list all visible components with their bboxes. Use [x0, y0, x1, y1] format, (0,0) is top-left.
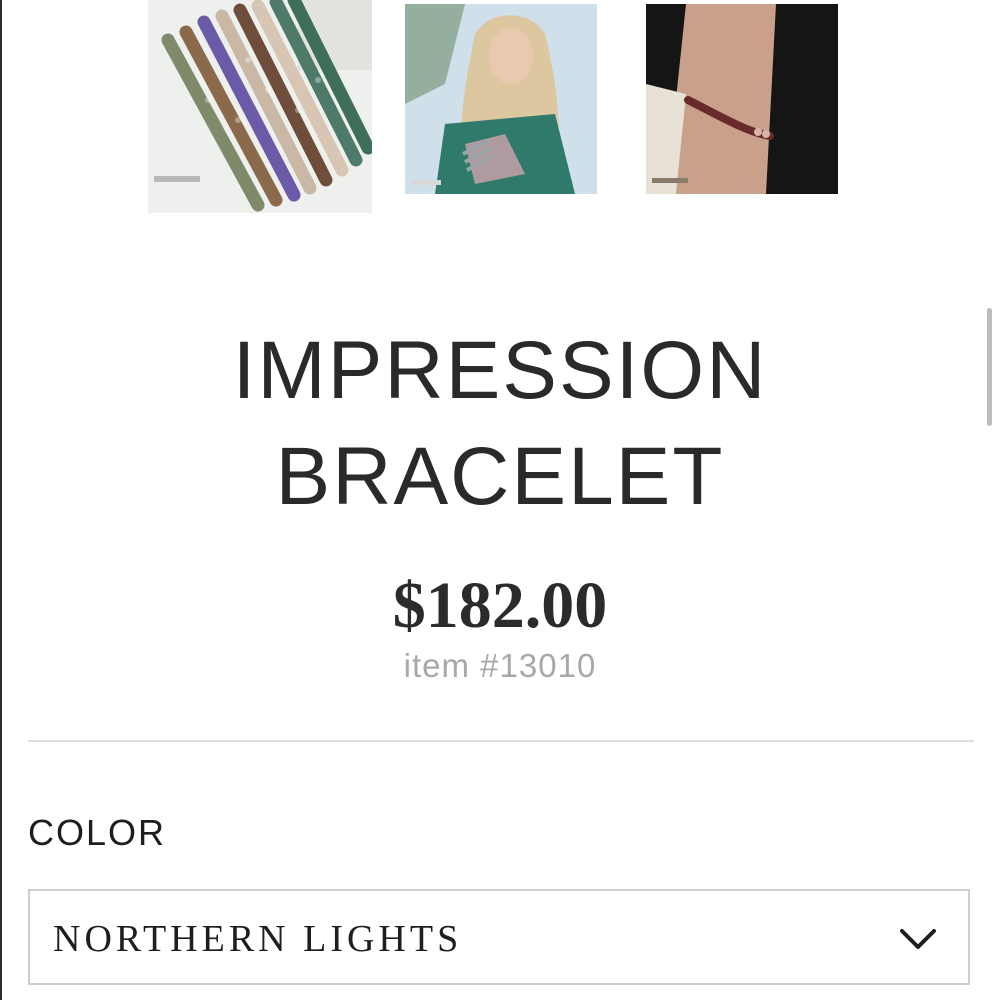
chevron-down-icon [900, 929, 936, 949]
gallery-thumbnail-model[interactable] [405, 4, 597, 194]
gallery-thumbnail-wrist[interactable] [646, 4, 838, 194]
divider [28, 740, 974, 742]
color-label: COLOR [28, 812, 167, 853]
item-number: item #13010 [403, 647, 597, 684]
color-select[interactable]: NORTHERN LIGHTS [28, 889, 970, 985]
gallery-thumbnail-bracelets[interactable] [148, 0, 372, 213]
color-select-value: NORTHERN LIGHTS [53, 918, 463, 960]
product-title-line-1: IMPRESSION [232, 325, 768, 416]
scrollbar[interactable] [987, 0, 993, 1000]
bracelet-stack-image [148, 0, 372, 213]
scrollbar-thumb[interactable] [987, 308, 992, 426]
model-wearing-bracelets-image [405, 4, 597, 194]
bracelet-on-wrist-image [646, 4, 838, 194]
product-price: $182.00 [392, 569, 608, 642]
product-title: IMPRESSION BRACELET [0, 318, 1000, 530]
product-title-line-2: BRACELET [275, 431, 725, 522]
